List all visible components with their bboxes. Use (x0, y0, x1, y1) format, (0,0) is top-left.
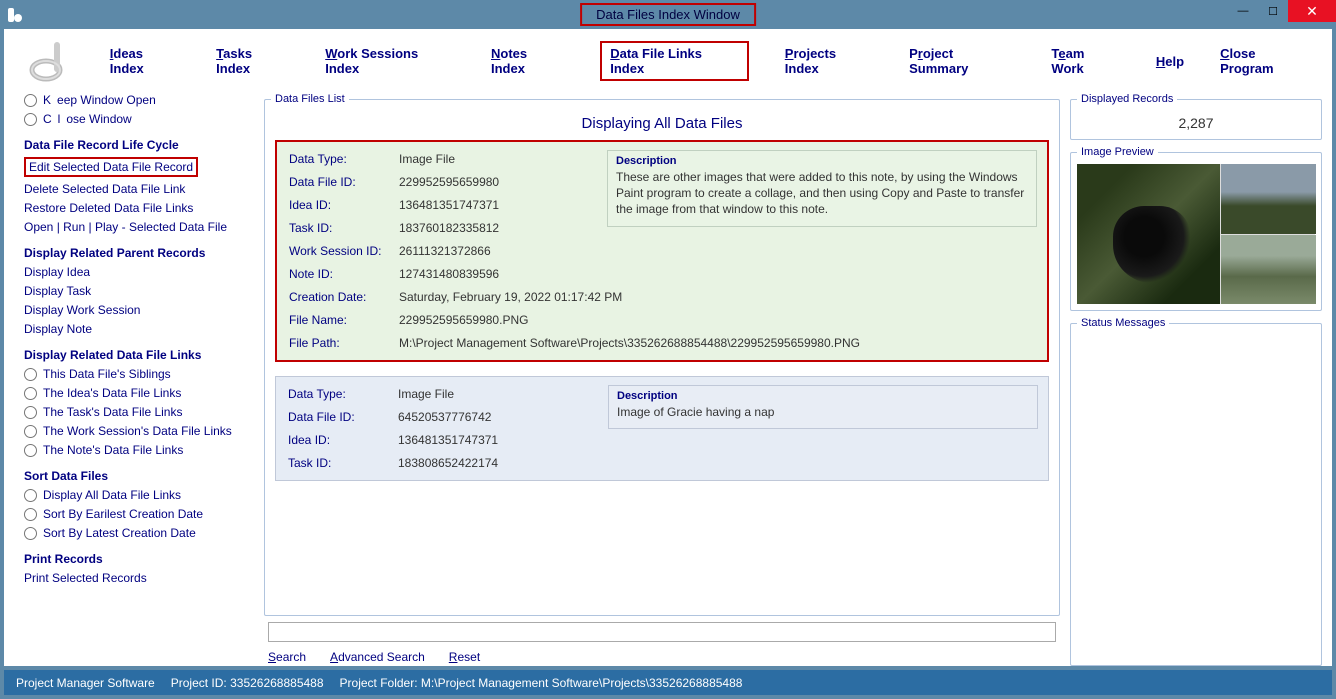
displayed-records-legend: Displayed Records (1077, 93, 1177, 105)
value-task-id: 183808652422174 (398, 456, 1036, 470)
link-print-selected[interactable]: Print Selected Records (24, 571, 254, 585)
list-scroll[interactable]: Description These are other images that … (271, 140, 1053, 609)
displayed-records-fieldset: Displayed Records 2,287 (1070, 93, 1322, 140)
displayed-records-count: 2,287 (1077, 111, 1315, 133)
status-project-folder: Project Folder: M:\Project Management So… (340, 676, 743, 690)
nav-ideas-index[interactable]: Ideas Index (110, 46, 180, 76)
label-task-id: Task ID: (289, 221, 399, 235)
app-icon (6, 3, 30, 27)
advanced-search-link[interactable]: Advanced Search (330, 650, 425, 664)
status-messages-legend: Status Messages (1077, 317, 1169, 329)
link-display-idea[interactable]: Display Idea (24, 265, 254, 279)
label-data-type: Data Type: (289, 152, 399, 166)
center-panel: Data Files List Displaying All Data File… (264, 93, 1060, 666)
nav-project-summary[interactable]: Project Summary (909, 46, 1015, 76)
radio-sort-all[interactable]: Display All Data File Links (24, 488, 254, 502)
minimize-button[interactable]: — (1228, 0, 1258, 22)
close-button[interactable]: ✕ (1288, 0, 1336, 22)
reset-link[interactable]: Reset (449, 650, 480, 664)
radio-idea-links[interactable]: The Idea's Data File Links (24, 386, 254, 400)
value-file-path: M:\Project Management Software\Projects\… (399, 336, 1035, 350)
link-delete-link[interactable]: Delete Selected Data File Link (24, 182, 254, 196)
search-input[interactable] (268, 622, 1056, 642)
radio-ws-links[interactable]: The Work Session's Data File Links (24, 424, 254, 438)
nav-data-file-links-index[interactable]: Data File Links Index (600, 41, 749, 81)
radio-close-window[interactable]: Close Window (24, 112, 254, 126)
search-link[interactable]: Search (268, 650, 306, 664)
sort-heading: Sort Data Files (24, 469, 254, 483)
titlebar: Data Files Index Window — ☐ ✕ (0, 0, 1336, 29)
radio-sort-earliest[interactable]: Sort By Earilest Creation Date (24, 507, 254, 521)
description-label: Description (616, 155, 1028, 167)
link-restore-links[interactable]: Restore Deleted Data File Links (24, 201, 254, 215)
lifecycle-heading: Data File Record Life Cycle (24, 138, 254, 152)
parent-records-heading: Display Related Parent Records (24, 246, 254, 260)
label-idea-id: Idea ID: (289, 198, 399, 212)
description-text: These are other images that were added t… (616, 169, 1028, 218)
nav-notes-index[interactable]: Notes Index (491, 46, 564, 76)
nav-work-sessions-index[interactable]: Work Sessions Index (325, 46, 455, 76)
link-display-work-session[interactable]: Display Work Session (24, 303, 254, 317)
data-files-list-fieldset: Data Files List Displaying All Data File… (264, 93, 1060, 616)
radio-note-links[interactable]: The Note's Data File Links (24, 443, 254, 457)
label-ws-id: Work Session ID: (289, 244, 399, 258)
image-preview (1077, 164, 1315, 304)
nav-close-program[interactable]: Close Program (1220, 46, 1312, 76)
status-messages-fieldset: Status Messages (1070, 317, 1322, 666)
status-app-name: Project Manager Software (16, 676, 155, 690)
label-task-id: Task ID: (288, 456, 398, 470)
print-heading: Print Records (24, 552, 254, 566)
left-panel: Keep Window Open Close Window Data File … (24, 93, 254, 666)
related-links-heading: Display Related Data File Links (24, 348, 254, 362)
label-data-type: Data Type: (288, 387, 398, 401)
window-title: Data Files Index Window (580, 3, 756, 26)
status-project-id: Project ID: 33526268885488 (171, 676, 324, 690)
statusbar: Project Manager Software Project ID: 335… (4, 670, 1332, 695)
label-idea-id: Idea ID: (288, 433, 398, 447)
label-data-file-id: Data File ID: (289, 175, 399, 189)
label-creation-date: Creation Date: (289, 290, 399, 304)
description-box: Description Image of Gracie having a nap (608, 385, 1038, 429)
image-preview-legend: Image Preview (1077, 146, 1158, 158)
link-display-task[interactable]: Display Task (24, 284, 254, 298)
maximize-button[interactable]: ☐ (1258, 0, 1288, 22)
logo-icon (24, 37, 80, 85)
label-data-file-id: Data File ID: (288, 410, 398, 424)
radio-sort-latest[interactable]: Sort By Latest Creation Date (24, 526, 254, 540)
nav-help[interactable]: Help (1156, 54, 1184, 69)
nav-team-work[interactable]: Team Work (1051, 46, 1119, 76)
right-panel: Displayed Records 2,287 Image Preview St… (1070, 93, 1322, 666)
preview-thumbnail (1221, 164, 1316, 234)
description-label: Description (617, 390, 1029, 402)
value-file-name: 229952595659980.PNG (399, 313, 1035, 327)
nav-projects-index[interactable]: Projects Index (785, 46, 873, 76)
toolbar: Ideas Index Tasks Index Work Sessions In… (4, 29, 1332, 89)
list-header: Displaying All Data Files (271, 111, 1053, 140)
radio-keep-window-open[interactable]: Keep Window Open (24, 93, 254, 107)
preview-thumbnail (1221, 235, 1316, 305)
link-display-note[interactable]: Display Note (24, 322, 254, 336)
nav-tasks-index[interactable]: Tasks Index (216, 46, 289, 76)
list-legend: Data Files List (271, 93, 349, 105)
radio-siblings[interactable]: This Data File's Siblings (24, 367, 254, 381)
description-box: Description These are other images that … (607, 150, 1037, 227)
value-note-id: 127431480839596 (399, 267, 1035, 281)
preview-thumbnail (1077, 164, 1220, 304)
description-text: Image of Gracie having a nap (617, 404, 1029, 420)
label-note-id: Note ID: (289, 267, 399, 281)
search-row (264, 620, 1060, 644)
value-creation-date: Saturday, February 19, 2022 01:17:42 PM (399, 290, 1035, 304)
link-open-run-play[interactable]: Open | Run | Play - Selected Data File (24, 220, 254, 234)
image-preview-fieldset: Image Preview (1070, 146, 1322, 311)
label-file-name: File Name: (289, 313, 399, 327)
value-ws-id: 26111321372866 (399, 244, 1035, 258)
radio-task-links[interactable]: The Task's Data File Links (24, 405, 254, 419)
record-card[interactable]: Description These are other images that … (275, 140, 1049, 362)
label-file-path: File Path: (289, 336, 399, 350)
link-edit-record[interactable]: Edit Selected Data File Record (24, 157, 198, 177)
record-card[interactable]: Description Image of Gracie having a nap… (275, 376, 1049, 481)
value-idea-id: 136481351747371 (398, 433, 1036, 447)
